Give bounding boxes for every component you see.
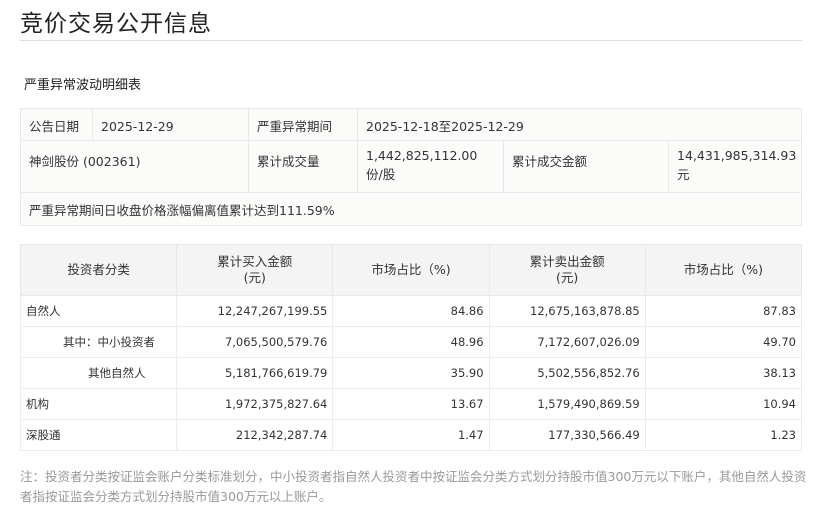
section-title: 严重异常波动明细表 <box>24 74 141 93</box>
amount-label: 累计成交金额 <box>503 140 669 193</box>
footnote: 注：投资者分类按证监会账户分类标准划分，中小投资者指自然人投资者中按证监会分类方… <box>20 467 810 507</box>
period: 2025-12-18至2025-12-29 <box>357 108 802 141</box>
amount: 14,431,985,314.93 元 <box>668 140 802 193</box>
sell-amount: 7,172,607,026.09 <box>489 327 645 358</box>
sell-amount: 1,579,490,869.59 <box>489 389 645 420</box>
category: 其他自然人 <box>21 358 177 389</box>
category: 深股通 <box>21 420 177 451</box>
announce-date: 2025-12-29 <box>92 108 249 141</box>
buy-share: 1.47 <box>333 420 489 451</box>
sell-share: 49.70 <box>645 327 801 358</box>
table-header: 投资者分类 累计买入金额 (元) 市场占比（%) 累计卖出金额 (元) 市场占比… <box>21 245 802 296</box>
category: 机构 <box>21 389 177 420</box>
table-row: 自然人12,247,267,199.5584.8612,675,163,878.… <box>21 296 802 327</box>
buy-amount: 5,181,766,619.79 <box>177 358 333 389</box>
header-buy-share: 市场占比（%) <box>333 245 489 296</box>
buy-share: 13.67 <box>333 389 489 420</box>
buy-share: 35.90 <box>333 358 489 389</box>
buy-share: 84.86 <box>333 296 489 327</box>
buy-amount: 12,247,267,199.55 <box>177 296 333 327</box>
announce-date-label: 公告日期 <box>20 108 93 141</box>
volume: 1,442,825,112.00 份/股 <box>357 140 504 193</box>
sell-share: 1.23 <box>645 420 801 451</box>
deviation-text: 严重异常期间日收盘价格涨幅偏离值累计达到111.59% <box>20 192 802 226</box>
volume-label: 累计成交量 <box>248 140 358 193</box>
table-row: 深股通212,342,287.741.47177,330,566.491.23 <box>21 420 802 451</box>
page-title: 竞价交易公开信息 <box>20 4 212 38</box>
category: 自然人 <box>21 296 177 327</box>
buy-amount: 7,065,500,579.76 <box>177 327 333 358</box>
buy-share: 48.96 <box>333 327 489 358</box>
header-sell-amount: 累计卖出金额 (元) <box>489 245 645 296</box>
table-row: 其他自然人5,181,766,619.7935.905,502,556,852.… <box>21 358 802 389</box>
buy-amount: 1,972,375,827.64 <box>177 389 333 420</box>
table-row: 其中：中小投资者7,065,500,579.7648.967,172,607,0… <box>21 327 802 358</box>
sell-share: 38.13 <box>645 358 801 389</box>
table-row: 机构1,972,375,827.6413.671,579,490,869.591… <box>21 389 802 420</box>
sell-amount: 177,330,566.49 <box>489 420 645 451</box>
sell-share: 87.83 <box>645 296 801 327</box>
sell-amount: 12,675,163,878.85 <box>489 296 645 327</box>
investor-table: 投资者分类 累计买入金额 (元) 市场占比（%) 累计卖出金额 (元) 市场占比… <box>20 244 802 451</box>
period-label: 严重异常期间 <box>248 108 358 141</box>
buy-amount: 212,342,287.74 <box>177 420 333 451</box>
header-sell-share: 市场占比（%) <box>645 245 801 296</box>
divider <box>20 40 802 41</box>
sell-amount: 5,502,556,852.76 <box>489 358 645 389</box>
header-buy-amount: 累计买入金额 (元) <box>177 245 333 296</box>
sell-share: 10.94 <box>645 389 801 420</box>
stock-name: 神剑股份 (002361) <box>20 140 249 193</box>
category: 其中：中小投资者 <box>21 327 177 358</box>
header-category: 投资者分类 <box>21 245 177 296</box>
